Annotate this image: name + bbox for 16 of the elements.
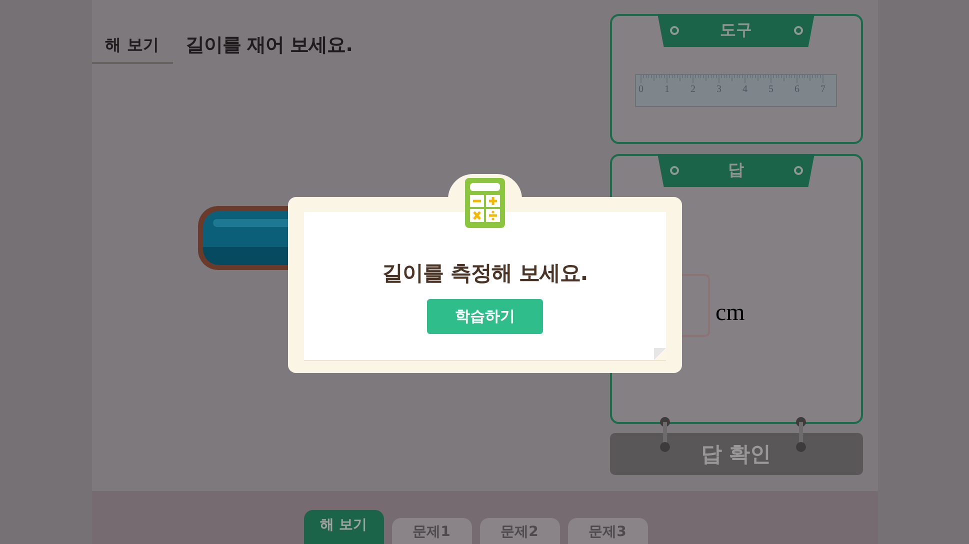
tab[interactable]: 해 보기 bbox=[304, 510, 384, 544]
dialog-message: 길이를 측정해 보세요. bbox=[382, 260, 588, 287]
panel-title: 도구 bbox=[720, 20, 752, 41]
unit-label: cm bbox=[716, 301, 745, 328]
hole-icon bbox=[794, 26, 802, 35]
tab[interactable]: 문제3 bbox=[568, 518, 648, 544]
section-label: 해 보기 bbox=[92, 34, 172, 64]
tab[interactable]: 문제2 bbox=[480, 518, 560, 544]
panel-title: 답 bbox=[728, 160, 744, 181]
hole-icon bbox=[670, 26, 678, 35]
hole-icon bbox=[670, 166, 678, 175]
hole-icon bbox=[794, 166, 802, 175]
page-fold-icon bbox=[654, 348, 666, 360]
question-text: 길이를 재어 보세요. bbox=[186, 33, 352, 58]
start-learning-button[interactable]: 학습하기 bbox=[427, 299, 543, 334]
tab[interactable]: 문제1 bbox=[392, 518, 472, 544]
